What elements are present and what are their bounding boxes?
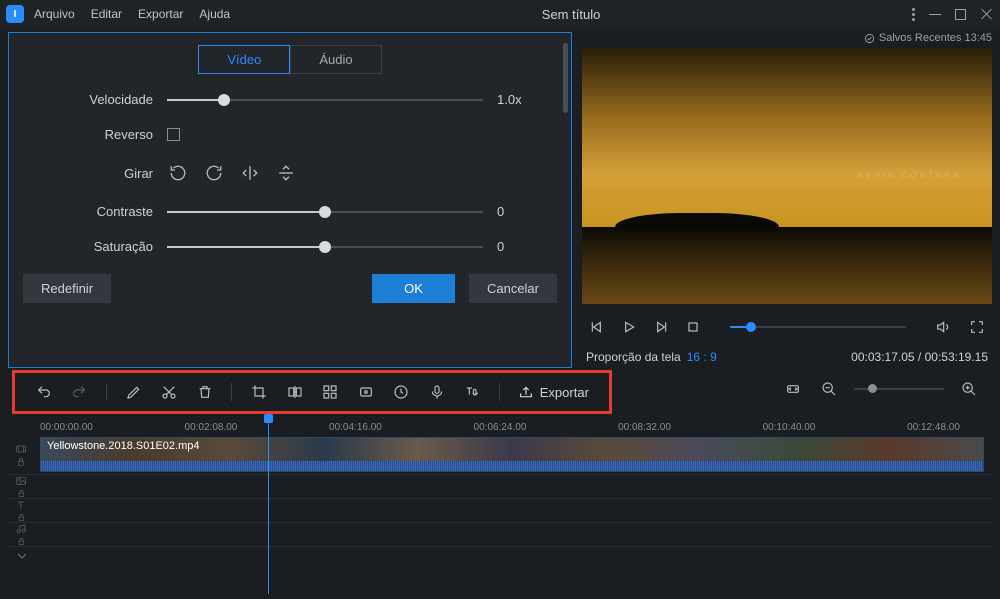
saturation-label: Saturação <box>23 239 153 254</box>
crop-icon[interactable] <box>250 381 268 403</box>
zoom-out-icon[interactable] <box>818 378 840 400</box>
maximize-button[interactable] <box>955 9 966 20</box>
flip-vertical-icon[interactable] <box>275 162 297 184</box>
menu-help[interactable]: Ajuda <box>199 7 230 21</box>
next-frame-icon[interactable] <box>650 316 672 338</box>
zoom-slider[interactable] <box>854 388 944 390</box>
menu-export[interactable]: Exportar <box>138 7 183 21</box>
cancel-button[interactable]: Cancelar <box>469 274 557 303</box>
lock-icon[interactable] <box>17 537 26 546</box>
speed-slider[interactable] <box>167 99 483 101</box>
contrast-value: 0 <box>497 204 557 219</box>
split-icon[interactable] <box>286 381 304 403</box>
mic-icon[interactable] <box>428 381 446 403</box>
timeline-toolbar: Exportar <box>12 370 612 414</box>
fullscreen-icon[interactable] <box>966 316 988 338</box>
zoom-in-icon[interactable] <box>958 378 980 400</box>
close-button[interactable] <box>980 7 994 21</box>
preview-credit: KEVIN COSTNER <box>858 171 962 180</box>
contrast-label: Contraste <box>23 204 153 219</box>
playhead[interactable] <box>268 414 269 594</box>
timeline-ruler[interactable]: 00:00:00.0000:02:08.0000:04:16.0000:06:2… <box>0 416 1000 435</box>
music-track-icon <box>14 523 28 535</box>
tab-video[interactable]: Vídeo <box>198 45 290 74</box>
lock-icon[interactable] <box>16 457 26 467</box>
redo-icon[interactable] <box>71 381 89 403</box>
menu-file[interactable]: Arquivo <box>34 7 75 21</box>
video-preview[interactable]: KEVIN COSTNER <box>582 48 992 304</box>
play-icon[interactable] <box>618 316 640 338</box>
edit-icon[interactable] <box>125 381 143 403</box>
delete-icon[interactable] <box>196 381 214 403</box>
window-title: Sem título <box>230 7 912 22</box>
properties-panel: Vídeo Áudio Velocidade 1.0x Reverso Gira… <box>8 32 572 368</box>
saturation-slider[interactable] <box>167 246 483 248</box>
stop-icon[interactable] <box>682 316 704 338</box>
app-logo: I <box>6 5 24 23</box>
ratio-value[interactable]: 16 : 9 <box>687 350 717 364</box>
flip-horizontal-icon[interactable] <box>239 162 261 184</box>
video-clip[interactable]: Yellowstone.2018.S01E02.mp4 <box>40 437 984 472</box>
rotate-ccw-icon[interactable] <box>167 162 189 184</box>
tab-audio[interactable]: Áudio <box>290 45 381 74</box>
seek-slider[interactable] <box>730 326 906 328</box>
reverse-checkbox[interactable] <box>167 128 180 141</box>
tts-icon[interactable] <box>463 381 481 403</box>
more-icon[interactable] <box>912 8 915 21</box>
rotate-cw-icon[interactable] <box>203 162 225 184</box>
panel-scrollbar[interactable] <box>563 43 568 113</box>
image-track-icon <box>14 475 28 487</box>
reset-button[interactable]: Redefinir <box>23 274 111 303</box>
contrast-slider[interactable] <box>167 211 483 213</box>
save-status: Salvos Recentes 13:45 <box>582 32 992 44</box>
minimize-button[interactable] <box>929 14 941 15</box>
undo-icon[interactable] <box>35 381 53 403</box>
lock-icon[interactable] <box>17 489 26 498</box>
text-track-icon <box>14 499 28 511</box>
ok-button[interactable]: OK <box>372 274 455 303</box>
video-track-icon <box>13 443 29 455</box>
fit-icon[interactable] <box>782 378 804 400</box>
time-display: 00:03:17.05 / 00:53:19.15 <box>851 350 988 364</box>
chevron-down-icon[interactable] <box>14 551 30 561</box>
saturation-value: 0 <box>497 239 557 254</box>
speed-label: Velocidade <box>23 92 153 107</box>
lock-icon[interactable] <box>17 513 26 522</box>
cut-icon[interactable] <box>160 381 178 403</box>
prev-frame-icon[interactable] <box>586 316 608 338</box>
rotate-label: Girar <box>23 166 153 181</box>
export-button[interactable]: Exportar <box>518 384 589 400</box>
menu-edit[interactable]: Editar <box>91 7 122 21</box>
grid-icon[interactable] <box>321 381 339 403</box>
record-icon[interactable] <box>357 381 375 403</box>
duration-icon[interactable] <box>392 381 410 403</box>
speed-value: 1.0x <box>497 92 557 107</box>
volume-icon[interactable] <box>932 316 954 338</box>
reverse-label: Reverso <box>23 127 153 142</box>
ratio-label: Proporção da tela <box>586 350 681 364</box>
